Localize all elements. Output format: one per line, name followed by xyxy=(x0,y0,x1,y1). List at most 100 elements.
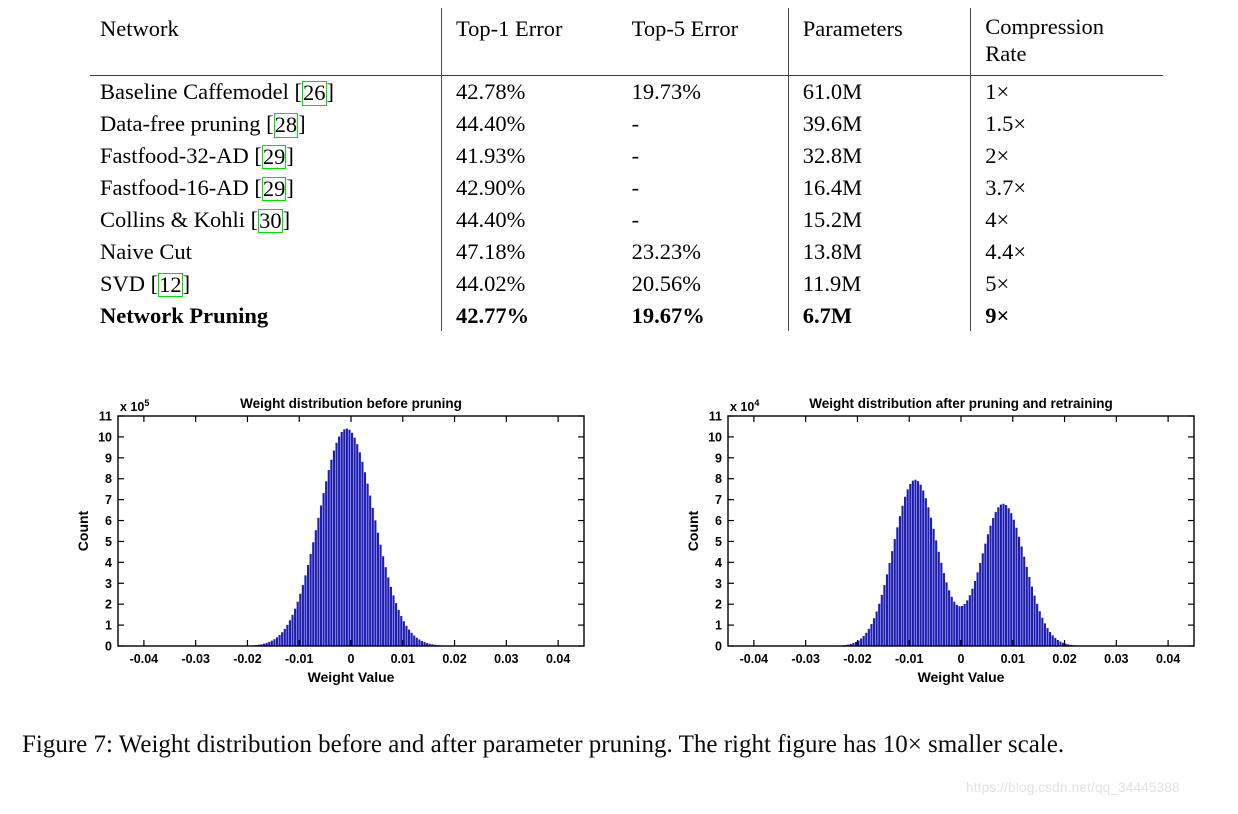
y-axis-label: Count xyxy=(78,510,91,551)
compression-header-line2: Rate xyxy=(985,40,1027,66)
cell-parameters: 32.8M xyxy=(787,139,971,172)
cell-top5-error: 19.73% xyxy=(631,79,702,105)
column-header-parameters: Parameters xyxy=(787,8,971,76)
cell-parameters: 6.7M xyxy=(787,299,971,332)
citation-link[interactable]: 28 xyxy=(273,113,299,138)
cell-top5-error: 20.56% xyxy=(631,270,702,296)
table-header-row: Network Top-1 Error Top-5 Error Paramete… xyxy=(90,8,1163,76)
cell-network: SVD [12] xyxy=(100,270,191,298)
y-axis-multiplier: x 105 xyxy=(120,398,149,414)
table-row: Fastfood-16-AD [29] 42.90% - 16.4M 3.7× xyxy=(90,171,1163,204)
svg-text:0.04: 0.04 xyxy=(1156,652,1180,666)
cell-parameters: 16.4M xyxy=(787,171,971,204)
svg-text:2: 2 xyxy=(715,598,722,612)
svg-text:-0.03: -0.03 xyxy=(181,652,210,666)
svg-text:0.03: 0.03 xyxy=(494,652,518,666)
column-header-top5-error: Top-5 Error xyxy=(631,16,739,41)
citation-link[interactable]: 12 xyxy=(158,272,183,298)
table-head: Network Top-1 Error Top-5 Error Paramete… xyxy=(90,8,1163,77)
table-row: Collins & Kohli [30] 44.40% - 15.2M 4× xyxy=(90,203,1163,236)
cell-top1-error: 44.02% xyxy=(440,267,624,300)
svg-text:-0.02: -0.02 xyxy=(843,652,872,666)
cell-compression-rate: 4.4× xyxy=(970,235,1163,268)
cell-parameters: 39.6M xyxy=(787,108,971,140)
network-name: SVD xyxy=(100,270,146,296)
svg-text:8: 8 xyxy=(105,472,112,486)
table-body: Baseline Caffemodel [26] 42.78% 19.73% 61.0… xyxy=(90,76,1163,332)
svg-text:8: 8 xyxy=(715,472,722,486)
chart-weight-distribution-before: -0.04 -0.03 -0.02 -0.01 0 0.01 0.02 0.03 0.04 0 1 2… xyxy=(78,378,598,708)
x-axis-label: Weight Value xyxy=(918,669,1005,685)
svg-text:0: 0 xyxy=(715,640,722,654)
svg-text:11: 11 xyxy=(99,410,112,424)
cell-parameters: 13.8M xyxy=(787,235,971,268)
network-name: Collins & Kohli xyxy=(100,206,246,232)
cell-top1-error: 47.18% xyxy=(440,235,624,268)
citation-link[interactable]: 29 xyxy=(261,176,287,202)
network-name: Network Pruning xyxy=(100,302,269,328)
cell-compression-rate: 9× xyxy=(970,299,1163,332)
svg-text:0.02: 0.02 xyxy=(442,652,466,666)
cell-compression-rate: 1.5× xyxy=(970,108,1163,140)
cell-compression-rate: 5× xyxy=(970,267,1163,300)
svg-text:0: 0 xyxy=(348,652,355,666)
svg-text:0.01: 0.01 xyxy=(391,652,415,666)
svg-text:0.02: 0.02 xyxy=(1052,652,1076,666)
cell-top5-error: 19.67% xyxy=(631,302,705,328)
svg-text:11: 11 xyxy=(709,410,722,424)
y-axis-label: Count xyxy=(688,510,701,551)
cell-top1-error: 41.93% xyxy=(440,139,624,172)
cell-compression-rate: 3.7× xyxy=(970,171,1163,204)
svg-text:0.03: 0.03 xyxy=(1104,652,1128,666)
results-table: Network Top-1 Error Top-5 Error Paramete… xyxy=(90,8,1163,332)
table-row: Data-free pruning [28] 44.40% - 39.6M 1.5× xyxy=(90,108,1163,140)
citation-link[interactable]: 26 xyxy=(302,81,327,106)
results-table-container: Network Top-1 Error Top-5 Error Paramete… xyxy=(90,8,1163,332)
cell-top5-error: - xyxy=(631,111,640,137)
svg-text:5: 5 xyxy=(715,535,722,549)
citation-link[interactable]: 30 xyxy=(258,208,283,234)
svg-text:-0.04: -0.04 xyxy=(740,652,769,666)
cell-top5-error: - xyxy=(631,142,640,168)
svg-text:7: 7 xyxy=(715,493,722,507)
svg-text:3: 3 xyxy=(105,577,112,591)
citation-link[interactable]: 29 xyxy=(261,144,287,170)
table-row: Baseline Caffemodel [26] 42.78% 19.73% 61.0… xyxy=(90,76,1163,109)
svg-text:-0.03: -0.03 xyxy=(791,652,820,666)
cell-top1-error: 44.40% xyxy=(440,108,624,140)
network-name: Data-free pruning xyxy=(100,111,261,137)
svg-text:-0.01: -0.01 xyxy=(285,652,314,666)
network-name: Baseline Caffemodel xyxy=(100,79,289,105)
svg-text:7: 7 xyxy=(105,493,112,507)
cell-compression-rate: 2× xyxy=(970,139,1163,172)
figure-caption: Figure 7: Weight distribution before and… xyxy=(22,731,1065,758)
svg-text:4: 4 xyxy=(105,556,112,570)
column-header-network: Network xyxy=(100,16,179,41)
cell-top1-error: 42.78% xyxy=(440,76,624,109)
cell-top5-error: 23.23% xyxy=(631,238,702,264)
svg-text:9: 9 xyxy=(715,451,722,465)
cell-parameters: 11.9M xyxy=(787,267,971,300)
svg-text:4: 4 xyxy=(715,556,722,570)
svg-text:0.04: 0.04 xyxy=(546,652,570,666)
svg-text:6: 6 xyxy=(715,514,722,528)
watermark: https://blog.csdn.net/qq_34445388 xyxy=(966,780,1180,795)
cell-top5-error: - xyxy=(631,206,640,232)
chart-title: Weight distribution after pruning and re… xyxy=(809,396,1113,411)
svg-text:1: 1 xyxy=(715,619,722,633)
cell-network: Data-free pruning [28] xyxy=(100,111,306,138)
cell-network: Fastfood-16-AD [29] xyxy=(100,174,294,202)
cell-top1-error: 42.77% xyxy=(440,299,624,332)
svg-text:-0.02: -0.02 xyxy=(233,652,262,666)
svg-text:10: 10 xyxy=(708,430,722,444)
table-row: Fastfood-32-AD [29] 41.93% - 32.8M 2× xyxy=(90,139,1163,172)
cell-parameters: 61.0M xyxy=(787,76,971,109)
network-name: Fastfood-16-AD xyxy=(100,174,249,200)
cell-parameters: 15.2M xyxy=(787,203,971,236)
cell-top5-error: - xyxy=(631,174,640,200)
svg-text:-0.04: -0.04 xyxy=(130,652,159,666)
network-name: Naive Cut xyxy=(100,238,192,264)
svg-text:1: 1 xyxy=(105,619,112,633)
cell-compression-rate: 1× xyxy=(970,76,1163,109)
cell-top1-error: 44.40% xyxy=(440,203,624,236)
